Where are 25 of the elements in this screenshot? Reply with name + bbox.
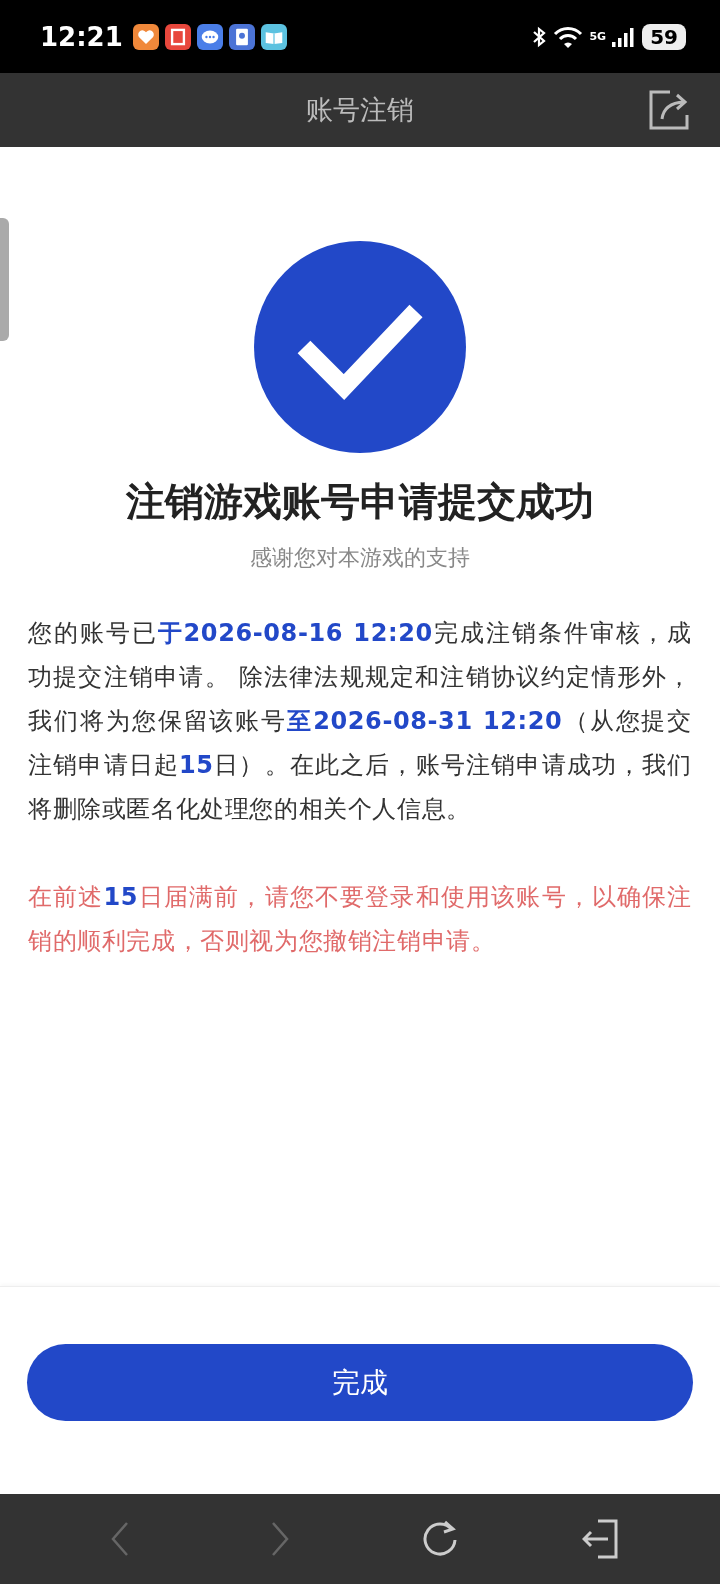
edge-handle[interactable]	[0, 218, 9, 341]
app-notification-icon	[132, 23, 159, 50]
reload-icon	[422, 1520, 458, 1558]
page-title: 账号注销	[306, 93, 414, 127]
description-text: 您的账号已于2026-08-16 12:20完成注销条件审核，成功提交注销申请。 除法律法规规定和注销协议约定情形外，我们将为您保留该账号至2026-08-31 12:20（从您提交注销申请日起15日）。在此之后，账号注销申请成功，我们将删除或匿名化处理您的相关个人信息。	[28, 618, 692, 825]
result-subtitle: 感谢您对本游戏的支持	[250, 544, 470, 572]
bluetooth-icon	[531, 25, 548, 48]
network-label: 5G	[589, 30, 607, 43]
done-button[interactable]: 完成	[27, 1344, 693, 1421]
chevron-left-icon	[111, 1521, 129, 1557]
status-time: 12:21	[40, 21, 123, 52]
warning-text: 在前述15日届满前，请您不要登录和使用该账号，以确保注销的顺利完成，否则视为您撤销注销申请。	[28, 882, 692, 957]
chevron-right-icon	[271, 1521, 289, 1557]
battery-level: 59	[642, 23, 686, 50]
wifi-icon	[553, 25, 584, 48]
result-title: 注销游戏账号申请提交成功	[126, 478, 594, 526]
share-icon	[648, 89, 690, 131]
share-button[interactable]	[648, 89, 690, 131]
app-notification-icon	[260, 23, 287, 50]
success-check-icon	[254, 241, 466, 453]
app-notification-icon	[164, 23, 191, 50]
exit-icon	[582, 1519, 618, 1559]
app-notification-icon	[196, 23, 223, 50]
signal-icon	[612, 25, 637, 48]
app-notification-icon	[228, 23, 255, 50]
